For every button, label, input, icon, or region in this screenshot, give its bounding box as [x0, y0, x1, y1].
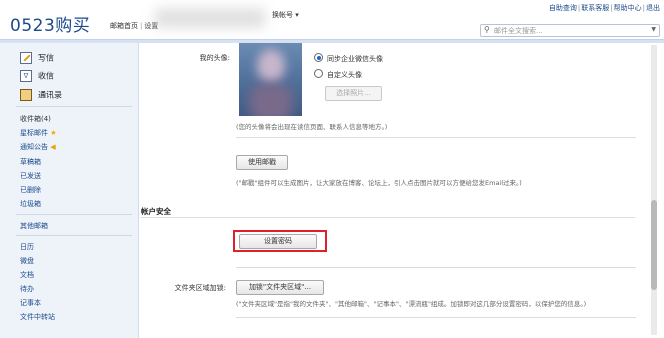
inbox-label: 收信 — [38, 71, 54, 81]
chevron-down-icon[interactable]: ▼ — [651, 26, 656, 33]
radio-custom-avatar[interactable]: 自定义头像 — [314, 69, 362, 80]
sidebar-item-deleted[interactable]: 已删除 — [20, 185, 41, 195]
use-stamp-button[interactable]: 使用邮戳 — [236, 155, 288, 170]
avatar-note: (您的头像将会出现在读信页面、联系人信息等地方。) — [236, 123, 388, 131]
star-icon: ★ — [50, 129, 57, 137]
scrollbar-track[interactable] — [651, 45, 657, 335]
divider — [236, 267, 636, 268]
scrollbar-thumb[interactable] — [651, 200, 657, 290]
radio-checked-icon — [314, 53, 323, 62]
compose-button[interactable]: 写信 — [20, 52, 54, 64]
sidebar-divider — [16, 106, 132, 107]
contacts-label: 通讯录 — [38, 90, 62, 100]
radio-sync-avatar[interactable]: 同步企业微信头像 — [314, 53, 383, 64]
top-link-logout[interactable]: 退出 — [646, 4, 660, 12]
speaker-icon: ◀ — [50, 143, 56, 151]
sidebar-item-sent[interactable]: 已发送 — [20, 171, 41, 181]
sidebar-item-starred[interactable]: 星标邮件 ★ — [20, 128, 57, 138]
top-links: 自助查询|联系客服|帮助中心|退出 — [548, 4, 660, 12]
lock-folder-button[interactable]: 加锁"文件夹区域"... — [236, 280, 324, 295]
sidebar-item-todo[interactable]: 待办 — [20, 284, 34, 294]
inbox-button[interactable]: ∇ 收信 — [20, 70, 54, 82]
switch-account-link[interactable]: 换帐号 ▾ — [272, 10, 299, 20]
contacts-icon — [20, 89, 32, 101]
logo: 0523购买 — [10, 16, 91, 36]
search-placeholder: 邮件全文搜索... — [494, 27, 543, 35]
top-link-support[interactable]: 联系客服 — [581, 4, 609, 12]
radio-custom-label: 自定义头像 — [327, 71, 362, 79]
divider — [236, 137, 636, 138]
sidebar-item-file-transfer[interactable]: 文件中转站 — [20, 312, 55, 322]
folder-lock-label: 文件夹区域加锁: — [174, 284, 226, 292]
top-link-self-service[interactable]: 自助查询 — [549, 4, 577, 12]
radio-unchecked-icon — [314, 69, 323, 78]
sidebar-item-drafts[interactable]: 草稿箱 — [20, 157, 41, 167]
compose-label: 写信 — [38, 53, 54, 63]
nav-breadcrumb: 邮箱首页 | 设置 — [110, 22, 159, 30]
nav-home-link[interactable]: 邮箱首页 — [110, 22, 138, 30]
contacts-button[interactable]: 通讯录 — [20, 89, 62, 101]
folder-lock-note: ("文件夹区域"是指"我的文件夹"、"其他邮箱"、"记事本"、"漂流瓶"组成。加… — [236, 300, 587, 308]
highlight-box — [233, 230, 327, 252]
sidebar-item-label: 星标邮件 — [20, 129, 48, 137]
sidebar-item-other-mailbox[interactable]: 其他邮箱 — [20, 221, 48, 231]
sidebar-item-docs[interactable]: 文档 — [20, 270, 34, 280]
sidebar-item-label: 通知公告 — [20, 143, 48, 151]
sidebar-item-notes[interactable]: 记事本 — [20, 298, 41, 308]
sidebar-item-spam[interactable]: 垃圾箱 — [20, 199, 41, 209]
section-title-security: 帐户安全 — [141, 207, 171, 216]
select-photo-button[interactable]: 选择照片... — [325, 86, 382, 101]
sidebar-item-disk[interactable]: 微盘 — [20, 256, 34, 266]
search-input[interactable]: ⚲ 邮件全文搜索... ▼ — [480, 24, 660, 37]
section-divider — [141, 217, 635, 218]
top-link-help[interactable]: 帮助中心 — [614, 4, 642, 12]
divider — [236, 317, 636, 318]
radio-sync-label: 同步企业微信头像 — [327, 55, 383, 63]
search-icon: ⚲ — [484, 25, 490, 34]
sidebar-item-inbox[interactable]: 收件箱(4) — [20, 114, 51, 124]
avatar-image — [239, 43, 302, 116]
inbox-icon: ∇ — [20, 70, 32, 82]
sidebar-item-calendar[interactable]: 日历 — [20, 242, 34, 252]
sidebar-divider — [16, 214, 132, 215]
blurred-banner — [155, 8, 265, 28]
sidebar-divider — [16, 235, 132, 236]
avatar-label: 我的头像: — [199, 54, 230, 62]
sidebar-item-notices[interactable]: 通知公告 ◀ — [20, 142, 56, 152]
stamp-note: ("邮戳"组件可以生成图片，让大家放在博客、论坛上，引人点击图片就可以方便给您发… — [236, 179, 522, 187]
compose-icon — [20, 52, 32, 64]
